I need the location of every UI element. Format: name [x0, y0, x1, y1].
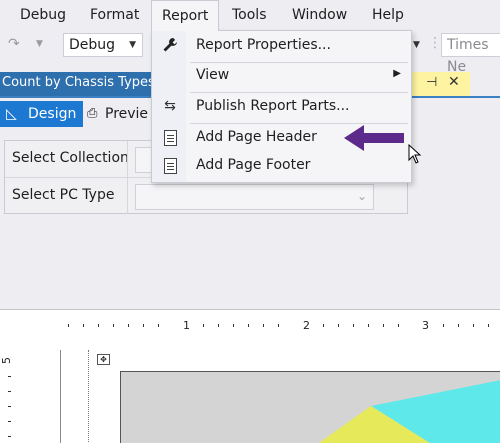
chart-canvas[interactable] — [120, 371, 500, 443]
publish-icon: ⇆ — [164, 98, 176, 114]
document-tab-title: Count by Chassis Types — [2, 75, 155, 90]
ruler-tick — [263, 324, 264, 327]
design-surface: 1 2 3 5 ✥ — [0, 309, 500, 443]
vertical-ruler: 5 — [0, 348, 20, 443]
ruler-tick — [203, 324, 204, 327]
menu-window[interactable]: Window — [282, 0, 357, 30]
menu-item-label: Publish Report Parts... — [196, 98, 350, 114]
margin-line — [60, 350, 61, 443]
ruler-tick — [68, 324, 69, 327]
menu-item-label: Add Page Header — [196, 129, 317, 145]
ruler-tick — [248, 324, 249, 327]
ruler-tick — [83, 324, 84, 327]
ruler-tick — [8, 421, 11, 422]
redo-icon[interactable]: ↷ — [8, 36, 20, 52]
ruler-number: 5 — [0, 357, 13, 364]
annotation-arrow-icon — [344, 125, 404, 151]
design-icon: ◺ — [6, 106, 17, 122]
pie-chart-graphic — [318, 380, 500, 443]
toolbar-dropdown-icon[interactable]: ▼ — [413, 40, 420, 50]
document-tab[interactable]: Count by Chassis Types — [0, 72, 160, 96]
ruler-tick — [353, 324, 354, 327]
parameter-label: Select PC Type — [12, 187, 115, 203]
move-handle-icon[interactable]: ✥ — [97, 354, 110, 365]
page-footer-icon — [162, 157, 178, 175]
ruler-tick — [338, 324, 339, 327]
ruler-tick — [128, 324, 129, 327]
ruler-tick — [473, 324, 474, 327]
wrench-icon — [162, 37, 178, 55]
ruler-tick — [218, 324, 219, 327]
parameter-row-pc-type: Select PC Type ⌄ — [5, 178, 407, 215]
ruler-tick — [8, 376, 11, 377]
ruler-tick — [398, 324, 399, 327]
ruler-tick — [278, 324, 279, 327]
config-value: Debug — [69, 37, 116, 53]
redo-dropdown-icon[interactable]: ▼ — [36, 39, 43, 49]
toolbar-grip-icon: ⋮ — [428, 35, 442, 51]
ruler-tick — [113, 324, 114, 327]
mouse-cursor-icon — [408, 144, 422, 164]
ruler-tick — [8, 406, 11, 407]
tab-preview-label: Previe — [105, 106, 149, 122]
menu-bar: Debug Format Report Tools Window Help — [0, 0, 500, 31]
chevron-down-icon: ⌄ — [356, 189, 367, 203]
preview-icon: ⎙ — [87, 106, 98, 121]
ruler-number: 2 — [303, 319, 310, 332]
pc-type-select[interactable]: ⌄ — [135, 184, 374, 210]
body-boundary — [88, 350, 89, 443]
ruler-tick — [383, 324, 384, 327]
ruler-tick — [8, 391, 11, 392]
font-name-value: Times Ne — [447, 37, 489, 75]
menu-report[interactable]: Report — [151, 0, 220, 31]
ruler-number: 1 — [183, 319, 190, 332]
chevron-down-icon: ▼ — [129, 40, 136, 50]
ruler-tick — [158, 324, 159, 327]
menu-item-add-page-footer[interactable]: Add Page Footer — [152, 152, 411, 180]
report-menu: Report Properties... View ▶ ⇆ Publish Re… — [151, 30, 412, 183]
divider — [127, 141, 128, 177]
tool-window-tab: ⊣ ✕ — [410, 72, 470, 96]
ruler-number: 3 — [422, 319, 429, 332]
ruler-tick — [8, 436, 11, 437]
menu-item-label: Report Properties... — [196, 37, 331, 53]
ruler-tick — [443, 324, 444, 327]
ruler-tick — [143, 324, 144, 327]
menu-format[interactable]: Format — [80, 0, 149, 30]
page-header-icon — [162, 129, 178, 147]
horizontal-ruler: 1 2 3 — [68, 319, 500, 333]
menu-item-label: View — [196, 67, 230, 83]
pin-icon[interactable]: ⊣ — [426, 75, 437, 90]
ruler-tick — [458, 324, 459, 327]
tab-design-label: Design — [28, 106, 77, 122]
tab-design[interactable]: ◺ Design — [0, 101, 83, 127]
menu-debug[interactable]: Debug — [10, 0, 76, 30]
parameter-label: Select Collection — [12, 150, 129, 166]
ruler-tick — [98, 324, 99, 327]
ruler-tick — [488, 324, 489, 327]
menu-item-report-properties[interactable]: Report Properties... — [152, 32, 411, 60]
menu-item-view[interactable]: View ▶ — [152, 62, 411, 90]
ruler-tick — [233, 324, 234, 327]
menu-help[interactable]: Help — [362, 0, 414, 30]
menu-item-publish-report-parts[interactable]: ⇆ Publish Report Parts... — [152, 93, 411, 121]
submenu-arrow-icon: ▶ — [393, 68, 401, 79]
ruler-tick — [368, 324, 369, 327]
solution-config-combo[interactable]: Debug ▼ — [63, 33, 143, 57]
divider — [127, 178, 128, 214]
ruler-tick — [323, 324, 324, 327]
close-icon[interactable]: ✕ — [448, 74, 460, 90]
menu-item-label: Add Page Footer — [196, 157, 311, 173]
font-name-combo[interactable]: Times Ne — [441, 33, 500, 75]
menu-tools[interactable]: Tools — [222, 0, 277, 30]
